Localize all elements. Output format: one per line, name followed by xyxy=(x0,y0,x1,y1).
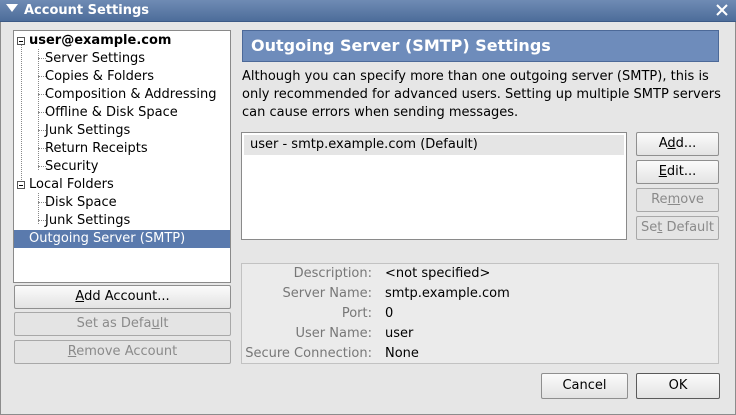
tree-item-disk-space[interactable]: Disk Space xyxy=(14,194,230,212)
button-label: A xyxy=(75,289,85,304)
description-value: <not specified> xyxy=(385,266,491,281)
tree-item-label: Outgoing Server (SMTP) xyxy=(29,231,186,246)
tree-item-label: Disk Space xyxy=(45,195,117,210)
tree-item-label: Return Receipts xyxy=(45,141,148,156)
tree-item-junk-settings[interactable]: Junk Settings xyxy=(14,122,230,140)
set-default-server-button[interactable]: Set Default xyxy=(636,216,719,240)
tree-item-outgoing-server[interactable]: Outgoing Server (SMTP) xyxy=(14,230,230,248)
button-label: d xyxy=(667,136,676,151)
button-label: ove xyxy=(680,192,704,207)
button-label: m xyxy=(667,192,681,207)
server-details-panel: Description: <not specified> Server Name… xyxy=(241,263,719,364)
tree-item-local-folders[interactable]: Local Folders xyxy=(14,176,230,194)
title-bar: Account Settings xyxy=(0,0,736,22)
tree-item-label: Junk Settings xyxy=(45,213,131,228)
button-label: dit... xyxy=(666,164,697,179)
tree-item-composition[interactable]: Composition & Addressing xyxy=(14,86,230,104)
edit-server-button[interactable]: Edit... xyxy=(636,160,719,184)
secure-connection-value: None xyxy=(385,346,419,361)
collapse-icon[interactable] xyxy=(17,181,25,189)
port-label: Port: xyxy=(341,306,372,321)
button-label: Default xyxy=(662,220,714,235)
account-tree[interactable]: user@example.com Server Settings Copies … xyxy=(13,30,231,283)
tree-item-label: Server Settings xyxy=(45,51,146,66)
button-label: Set as Defa xyxy=(76,316,152,331)
description-label: Description: xyxy=(293,266,372,281)
button-label: Re xyxy=(651,192,668,207)
tree-item-server-settings[interactable]: Server Settings xyxy=(14,50,230,68)
remove-account-button[interactable]: Remove Account xyxy=(14,340,231,364)
window-title: Account Settings xyxy=(24,3,150,18)
smtp-description: Although you can specify more than one o… xyxy=(242,69,721,120)
server-name-value: smtp.example.com xyxy=(385,286,510,301)
tree-item-label: Composition & Addressing xyxy=(45,87,217,102)
tree-item-security[interactable]: Security xyxy=(14,158,230,176)
add-server-button[interactable]: Add... xyxy=(636,132,719,156)
user-name-label: User Name: xyxy=(295,326,373,341)
tree-item-offline-disk[interactable]: Offline & Disk Space xyxy=(14,104,230,122)
tree-item-label: Offline & Disk Space xyxy=(45,105,178,120)
ok-button[interactable]: OK xyxy=(636,373,720,399)
tree-item-local-junk-settings[interactable]: Junk Settings xyxy=(14,212,230,230)
server-name-label: Server Name: xyxy=(282,286,373,301)
page-title: Outgoing Server (SMTP) Settings xyxy=(242,30,719,62)
add-account-button[interactable]: Add Account... xyxy=(14,285,231,309)
button-label: d... xyxy=(675,136,697,151)
collapse-icon[interactable] xyxy=(17,37,25,45)
tree-item-label: Security xyxy=(45,159,99,174)
cancel-button[interactable]: Cancel xyxy=(541,373,628,399)
button-label: R xyxy=(67,344,77,359)
user-name-value: user xyxy=(385,326,414,341)
tree-item-label: user@example.com xyxy=(29,33,172,48)
tree-item-return-receipts[interactable]: Return Receipts xyxy=(14,140,230,158)
secure-connection-label: Secure Connection: xyxy=(245,346,372,361)
tree-item-account[interactable]: user@example.com xyxy=(14,32,230,50)
button-label: dd Account... xyxy=(84,289,170,304)
tree-item-label: Local Folders xyxy=(29,177,114,192)
remove-server-button[interactable]: Remove xyxy=(636,188,719,212)
list-item[interactable]: user - smtp.example.com (Default) xyxy=(244,135,624,155)
tree-item-label: Junk Settings xyxy=(45,123,131,138)
button-label: u xyxy=(151,316,160,331)
button-label: emove Account xyxy=(76,344,178,359)
window-menu-icon[interactable] xyxy=(6,4,18,12)
button-label: E xyxy=(658,164,667,179)
button-label: lt xyxy=(159,316,169,331)
close-icon[interactable] xyxy=(714,2,730,18)
port-value: 0 xyxy=(385,306,394,321)
set-as-default-button[interactable]: Set as Default xyxy=(14,312,231,336)
smtp-server-list[interactable]: user - smtp.example.com (Default) xyxy=(241,132,627,240)
tree-item-label: Copies & Folders xyxy=(45,69,155,84)
button-label: Se xyxy=(641,220,658,235)
tree-item-copies-folders[interactable]: Copies & Folders xyxy=(14,68,230,86)
